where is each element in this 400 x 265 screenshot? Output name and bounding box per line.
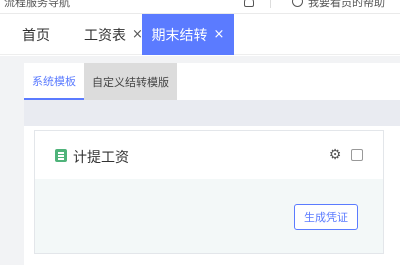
toolbar-divider	[270, 0, 271, 8]
close-icon[interactable]: ×	[214, 27, 225, 42]
tab-label: 首页	[22, 27, 50, 44]
bell-icon[interactable]	[244, 0, 254, 7]
tab-salary-sheet[interactable]: 工资表 ×	[84, 14, 143, 55]
template-tabs: 系统模板 自定义结转模版	[24, 63, 177, 100]
help-icon[interactable]	[292, 0, 303, 7]
tab-home[interactable]: 首页	[22, 14, 50, 55]
select-checkbox[interactable]	[351, 149, 363, 161]
card-header: 计提工资 ⚙	[35, 131, 383, 179]
generate-voucher-button[interactable]: 生成凭证	[294, 204, 358, 230]
tab-label: 工资表	[84, 27, 126, 44]
tab-label: 期末结转	[151, 27, 208, 44]
tab-bar: 首页 工资表 × 期末结转 ×	[0, 14, 400, 55]
toolbar-link-left[interactable]: 流程服务导航	[4, 0, 70, 10]
tab-period-end-carryover[interactable]: 期末结转 ×	[142, 14, 234, 55]
card-title: 计提工资	[73, 150, 129, 166]
toolbar-link-right[interactable]: 我要看员的帮助	[308, 0, 385, 10]
tab-system-template[interactable]: 系统模板	[24, 63, 84, 100]
card-body: 生成凭证	[35, 179, 383, 253]
gear-icon[interactable]: ⚙	[328, 148, 342, 162]
main-panel: 系统模板 自定义结转模版 计提工资 ⚙ 生成凭证	[24, 63, 400, 265]
document-icon	[55, 149, 67, 162]
top-toolbar: 流程服务导航 我要看员的帮助	[0, 0, 400, 14]
tab-custom-template[interactable]: 自定义结转模版	[84, 63, 177, 100]
template-card: 计提工资 ⚙ 生成凭证	[34, 130, 384, 254]
toolbar-strip	[24, 100, 400, 126]
